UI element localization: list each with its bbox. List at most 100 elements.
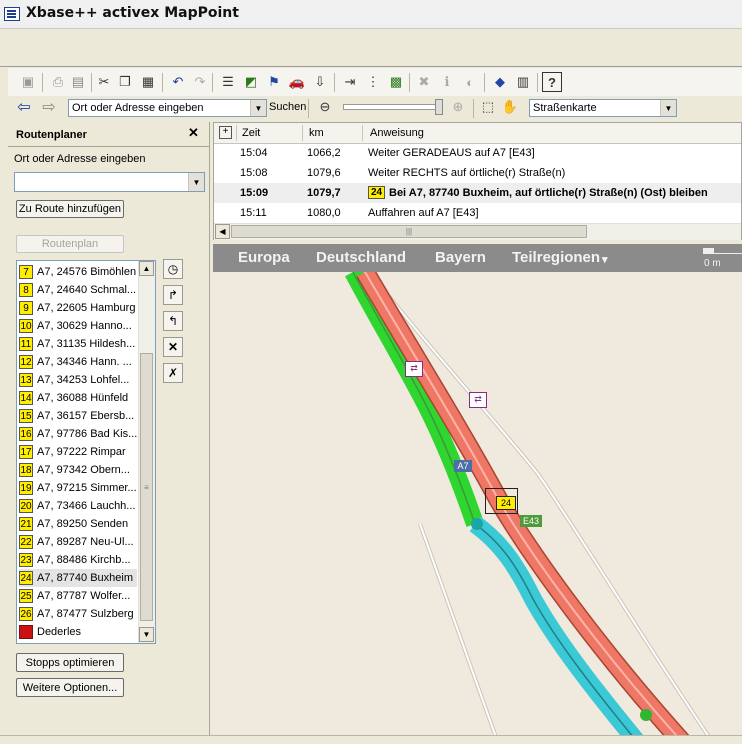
location-search-combo[interactable]: Ort oder Adresse eingeben ▼: [68, 99, 267, 117]
more-options-button[interactable]: Weitere Optionen...: [16, 678, 124, 697]
print-icon[interactable]: ⎙: [48, 72, 68, 92]
direction-row[interactable]: 15:08 1079,6 Weiter RECHTS auf örtliche(r)…: [214, 163, 741, 183]
direction-time: 15:11: [240, 207, 267, 219]
direction-km: 1079,6: [307, 167, 341, 179]
undo-icon[interactable]: ↶: [168, 72, 188, 92]
stops-scrollbar[interactable]: ▲ ≡ ▼: [138, 261, 155, 643]
cut-icon[interactable]: ✂: [94, 72, 114, 92]
zoom-slider-thumb[interactable]: [435, 99, 443, 115]
table-icon[interactable]: ▥: [513, 72, 533, 92]
select-area-icon[interactable]: ⬚: [478, 97, 498, 117]
crumb-bavaria[interactable]: Bayern: [435, 249, 486, 266]
stop-list-item[interactable]: 7 A7, 24576 Bimöhlen: [19, 263, 137, 281]
column-instruction[interactable]: Anweisung: [370, 127, 424, 139]
redo-icon[interactable]: ↷: [190, 72, 210, 92]
scroll-thumb[interactable]: ≡: [140, 353, 153, 621]
stop-list-item[interactable]: 12 A7, 34346 Hann. ...: [19, 353, 137, 371]
route-wizard-icon[interactable]: ⚑: [264, 72, 284, 92]
scroll-thumb[interactable]: |||: [231, 225, 587, 238]
delete-icon[interactable]: ✖: [414, 72, 434, 92]
hand-pan-icon[interactable]: ✋: [500, 97, 520, 117]
stop-number-badge: [19, 625, 33, 639]
import-icon[interactable]: ⇩: [310, 72, 330, 92]
help-icon[interactable]: ?: [542, 72, 562, 92]
column-time[interactable]: Zeit: [242, 127, 260, 139]
stop-list-item[interactable]: 26 A7, 87477 Sulzberg: [19, 605, 137, 623]
directions-list-icon[interactable]: ☰: [218, 72, 238, 92]
crumb-subregions[interactable]: Teilregionen: [512, 249, 600, 266]
forward-arrow-icon[interactable]: ⇨: [39, 97, 59, 117]
pushpin-icon[interactable]: ◆: [490, 72, 510, 92]
zoom-in-icon[interactable]: ⊕: [448, 97, 468, 117]
stop-list-item[interactable]: 13 A7, 34253 Lohfel...: [19, 371, 137, 389]
scroll-up-icon[interactable]: ▲: [139, 261, 154, 276]
add-to-route-button[interactable]: Zu Route hinzufügen: [16, 200, 124, 218]
stop-pin-frame[interactable]: 24: [485, 488, 518, 514]
add-stop-icon[interactable]: ⇥: [340, 72, 360, 92]
chevron-down-icon[interactable]: ▼: [188, 173, 204, 191]
remove-all-icon[interactable]: ✗: [163, 363, 183, 383]
road-shield-a7: A7: [454, 460, 472, 472]
clock-icon[interactable]: ◷: [163, 259, 183, 279]
turn-left-icon[interactable]: ↰: [163, 311, 183, 331]
car-icon[interactable]: 🚗: [287, 72, 307, 92]
chevron-down-icon[interactable]: ▼: [660, 100, 676, 116]
close-icon[interactable]: ✕: [187, 126, 200, 139]
rest-area-icon[interactable]: ⇄: [405, 361, 423, 377]
save-icon[interactable]: ▣: [18, 72, 38, 92]
stop-list-item[interactable]: 19 A7, 97215 Simmer...: [19, 479, 137, 497]
info-icon[interactable]: ℹ: [437, 72, 457, 92]
stop-list-item[interactable]: 11 A7, 31135 Hildesh...: [19, 335, 137, 353]
direction-row[interactable]: 15:11 1080,0 Auffahren auf A7 [E43]: [214, 203, 741, 223]
optimize-stops-button[interactable]: Stopps optimieren: [16, 653, 124, 672]
zoom-slider[interactable]: [343, 99, 443, 115]
chevron-down-icon[interactable]: ▼: [250, 100, 266, 116]
stop-list-item[interactable]: 16 A7, 97786 Bad Kis...: [19, 425, 137, 443]
crumb-europe[interactable]: Europa: [238, 249, 290, 266]
dropdown-arrow-icon[interactable]: ▾: [602, 253, 608, 266]
stop-list-item[interactable]: 21 A7, 89250 Senden: [19, 515, 137, 533]
stop-list-item[interactable]: 9 A7, 22605 Hamburg: [19, 299, 137, 317]
stop-list-item[interactable]: 25 A7, 87787 Wolfer...: [19, 587, 137, 605]
map-view[interactable]: ⇄ ⇄ A7 E43 24 Europa Deutschland Bayern …: [213, 244, 742, 743]
direction-row[interactable]: 15:04 1066,2 Weiter GERADEAUS auf A7 [E43]: [214, 143, 741, 163]
search-button[interactable]: Suchen: [269, 101, 306, 113]
route-steps-icon[interactable]: ⋮: [363, 72, 383, 92]
zoom-out-icon[interactable]: ⊖: [315, 97, 335, 117]
stop-list-item[interactable]: 17 A7, 97222 Rimpar: [19, 443, 137, 461]
map-canvas[interactable]: [213, 244, 742, 743]
map-style-combo[interactable]: Straßenkarte ▼: [529, 99, 677, 117]
legend-icon[interactable]: ◩: [241, 72, 261, 92]
book-icon[interactable]: ▤: [68, 72, 88, 92]
stop-location-combo[interactable]: ▼: [14, 172, 205, 192]
stop-list-item[interactable]: 10 A7, 30629 Hanno...: [19, 317, 137, 335]
stop-list-item[interactable]: 23 A7, 88486 Kirchb...: [19, 551, 137, 569]
direction-row[interactable]: 15:09 1079,7 24 Bei A7, 87740 Buxheim, auf …: [214, 183, 741, 203]
turn-right-icon[interactable]: ↱: [163, 285, 183, 305]
paste-icon[interactable]: ▦: [138, 72, 158, 92]
stop-list-item[interactable]: 18 A7, 97342 Obern...: [19, 461, 137, 479]
column-km[interactable]: km: [309, 127, 324, 139]
stop-list-item[interactable]: 15 A7, 36157 Ebersb...: [19, 407, 137, 425]
scroll-down-icon[interactable]: ▼: [139, 627, 154, 642]
directions-hscrollbar[interactable]: ◀ |||: [214, 223, 741, 240]
stop-list-item[interactable]: 24 A7, 87740 Buxheim: [19, 569, 137, 587]
scroll-left-icon[interactable]: ◀: [215, 224, 230, 239]
expand-icon[interactable]: +: [219, 126, 232, 139]
route-plan-button[interactable]: Routenplan: [16, 235, 124, 253]
territory-icon[interactable]: ▩: [386, 72, 406, 92]
stop-list-item[interactable]: 14 A7, 36088 Hünfeld: [19, 389, 137, 407]
stop-list-item[interactable]: Dederles: [19, 623, 137, 641]
back-arrow-icon[interactable]: ⇦: [14, 97, 34, 117]
stop-list-item[interactable]: 20 A7, 73466 Lauchh...: [19, 497, 137, 515]
layer-icon[interactable]: ◐: [460, 72, 480, 92]
stop-list-item[interactable]: 8 A7, 24640 Schmal...: [19, 281, 137, 299]
stop-number-badge: 10: [19, 319, 33, 333]
copy-icon[interactable]: ❐: [115, 72, 135, 92]
direction-km: 1066,2: [307, 147, 341, 159]
stop-list-item[interactable]: 22 A7, 89287 Neu-Ul...: [19, 533, 137, 551]
minor-road: [419, 523, 499, 743]
rest-area-icon[interactable]: ⇄: [469, 392, 487, 408]
remove-stop-icon[interactable]: ✕: [163, 337, 183, 357]
crumb-germany[interactable]: Deutschland: [316, 249, 406, 266]
